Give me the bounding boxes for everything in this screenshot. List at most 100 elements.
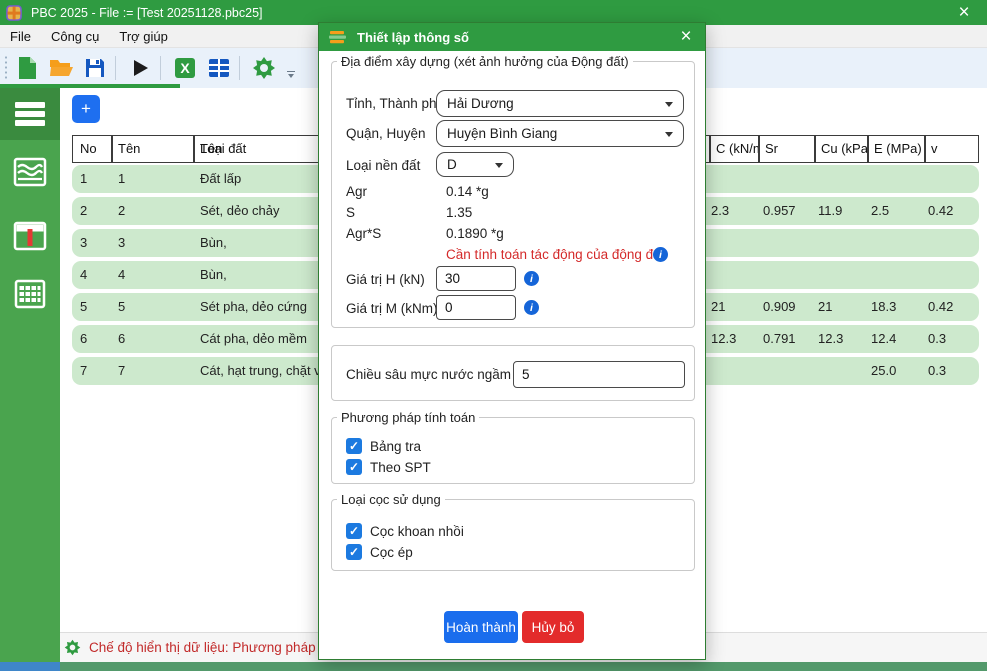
open-file-button[interactable] xyxy=(46,53,76,83)
s-value: 1.35 xyxy=(446,205,472,220)
sidebar-item-soil-layers[interactable] xyxy=(0,146,60,198)
sidebar-item-calculation[interactable] xyxy=(0,268,60,320)
save-button[interactable] xyxy=(80,53,110,83)
cell-e xyxy=(871,229,925,257)
cell-sr: 0.791 xyxy=(763,325,815,353)
sidebar-item-pile[interactable] xyxy=(0,210,60,262)
info-icon[interactable]: i xyxy=(524,271,539,286)
run-button[interactable] xyxy=(125,53,155,83)
cell-cu xyxy=(818,165,868,193)
table-view-button[interactable] xyxy=(204,53,234,83)
menu-help[interactable]: Trợ giúp xyxy=(109,29,178,44)
cell-e: 12.4 xyxy=(871,325,925,353)
window-title: PBC 2025 - File := [Test 20251128.pbc25] xyxy=(31,6,263,20)
column-header-c[interactable]: C (kN/m xyxy=(709,136,758,162)
cell-cu xyxy=(818,229,868,257)
chevron-down-icon xyxy=(495,163,503,168)
pile-khoan-nhoi-checkbox[interactable] xyxy=(346,523,362,539)
info-icon[interactable]: i xyxy=(653,247,668,262)
cell-sr: 0.957 xyxy=(763,197,815,225)
svg-text:X: X xyxy=(180,60,190,76)
earthquake-warning-text: Cần tính toán tác động của động đất xyxy=(446,247,664,262)
settings-button[interactable] xyxy=(249,53,279,83)
cell-c: 12.3 xyxy=(711,325,759,353)
location-group-legend: Địa điểm xây dựng (xét ảnh hưởng của Độn… xyxy=(337,54,633,69)
province-dropdown[interactable]: Hải Dương xyxy=(436,90,684,117)
add-row-button[interactable]: + xyxy=(72,95,100,123)
app-window: PBC 2025 - File := [Test 20251128.pbc25]… xyxy=(0,0,987,671)
agr-label: Agr xyxy=(346,184,367,199)
excel-export-button[interactable]: X xyxy=(170,53,200,83)
s-label: S xyxy=(346,205,355,220)
cell-c xyxy=(711,357,759,385)
window-close-icon[interactable]: × xyxy=(951,0,977,25)
status-text: Chế độ hiển thị dữ liệu: Phương pháp tín… xyxy=(89,640,346,655)
cell-c xyxy=(711,165,759,193)
cell-ten: 6 xyxy=(118,325,196,353)
toolbar-grip[interactable] xyxy=(4,55,8,81)
app-icon xyxy=(6,5,22,21)
agrs-value: 0.1890 *g xyxy=(446,226,504,241)
chevron-down-icon xyxy=(665,102,673,107)
settings-dialog: Thiết lập thông số × Địa điểm xây dựng (… xyxy=(318,22,706,660)
column-header-cu[interactable]: Cu (kPa) xyxy=(814,136,867,162)
cell-cu xyxy=(818,357,868,385)
cell-v xyxy=(928,229,976,257)
complete-button[interactable]: Hoàn thành xyxy=(444,611,518,643)
window-edge-bottom xyxy=(60,662,987,671)
cell-no: 7 xyxy=(80,357,114,385)
cell-cu: 12.3 xyxy=(818,325,868,353)
pile-khoan-nhoi-label: Cọc khoan nhồi xyxy=(370,524,464,539)
sliders-icon xyxy=(328,29,348,45)
new-file-button[interactable] xyxy=(12,53,42,83)
method-bang-tra-checkbox[interactable] xyxy=(346,438,362,454)
menu-file[interactable]: File xyxy=(0,29,41,44)
cell-sr xyxy=(763,261,815,289)
toolbar-separator xyxy=(115,56,116,80)
method-theo-spt-checkbox[interactable] xyxy=(346,459,362,475)
soil-layers-icon xyxy=(13,157,47,187)
cell-c: 21 xyxy=(711,293,759,321)
m-value-input[interactable] xyxy=(436,295,516,320)
status-gear-icon xyxy=(64,639,81,656)
cell-e: 18.3 xyxy=(871,293,925,321)
toolbar-overflow-icon[interactable] xyxy=(287,71,295,78)
cell-ten: 5 xyxy=(118,293,196,321)
column-header-e[interactable]: E (MPa) xyxy=(867,136,924,162)
cell-no: 6 xyxy=(80,325,114,353)
window-edge-left xyxy=(0,662,60,671)
cell-sr xyxy=(763,357,815,385)
new-file-icon xyxy=(16,56,38,80)
dialog-close-icon[interactable]: × xyxy=(673,23,699,51)
column-header-sr[interactable]: Sr xyxy=(758,136,814,162)
excel-icon: X xyxy=(174,57,196,79)
cell-c xyxy=(711,229,759,257)
menu-tools[interactable]: Công cụ xyxy=(41,29,109,44)
cell-v: 0.3 xyxy=(928,357,976,385)
cell-v: 0.42 xyxy=(928,197,976,225)
open-folder-icon xyxy=(49,57,74,79)
cell-cu: 21 xyxy=(818,293,868,321)
method-theo-spt-label: Theo SPT xyxy=(370,460,431,475)
cell-e: 25.0 xyxy=(871,357,925,385)
h-value-input[interactable] xyxy=(436,266,516,291)
column-header-v[interactable]: v xyxy=(924,136,978,162)
pile-ep-checkbox[interactable] xyxy=(346,544,362,560)
agrs-label: Agr*S xyxy=(346,226,381,241)
sidebar-item-data-list[interactable] xyxy=(0,88,60,140)
dialog-header[interactable]: Thiết lập thông số × xyxy=(319,23,705,51)
cell-v: 0.3 xyxy=(928,325,976,353)
soil-type-label: Loại nền đất xyxy=(346,158,420,173)
column-header-ten[interactable]: Tên xyxy=(111,136,193,162)
cell-e xyxy=(871,165,925,193)
toolbar-separator xyxy=(160,56,161,80)
column-header-no[interactable]: No xyxy=(73,136,111,162)
water-depth-input[interactable] xyxy=(513,361,685,388)
methods-group-legend: Phương pháp tính toán xyxy=(337,410,479,425)
cancel-button[interactable]: Hủy bỏ xyxy=(522,611,584,643)
save-icon xyxy=(84,57,106,79)
info-icon[interactable]: i xyxy=(524,300,539,315)
calculator-icon xyxy=(13,279,47,309)
district-dropdown[interactable]: Huyện Bình Giang xyxy=(436,120,684,147)
soil-type-dropdown[interactable]: D xyxy=(436,152,514,177)
